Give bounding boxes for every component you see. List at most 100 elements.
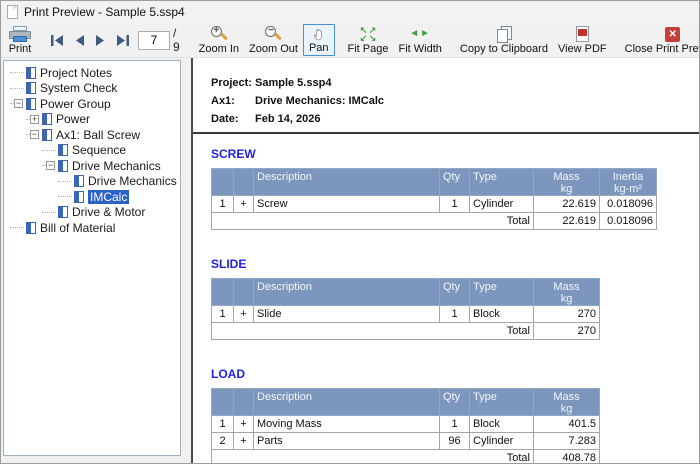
last-page-button[interactable] (111, 24, 135, 56)
tree-item-drive-motor[interactable]: Drive & Motor (4, 205, 180, 221)
document-icon (42, 113, 52, 125)
title-bar: Print Preview - Sample 5.ssp4 (1, 1, 699, 23)
first-page-button[interactable] (45, 24, 69, 56)
report-table-load: DescriptionQtyTypeMasskg1+Moving Mass1Bl… (211, 388, 600, 463)
fit-width-icon: ◄► (409, 26, 431, 42)
minus-expander-icon[interactable]: − (30, 130, 39, 139)
section-title: SLIDE (211, 257, 699, 271)
table-cell: + (234, 196, 254, 213)
tree-item-label: System Check (40, 81, 117, 95)
column-header (234, 169, 254, 196)
fit-page-label: Fit Page (348, 43, 389, 55)
document-icon (58, 160, 68, 172)
close-print-preview-button[interactable]: ✕ Close Print Preview (620, 24, 700, 56)
view-pdf-button[interactable]: View PDF (553, 24, 612, 56)
close-icon: ✕ (665, 27, 680, 42)
tree-item-label: Ax1: Ball Screw (56, 128, 140, 142)
tree-connector (58, 181, 72, 182)
plus-expander-icon[interactable]: + (30, 115, 39, 124)
table-cell: 1 (440, 196, 470, 213)
column-header: Description (254, 279, 440, 306)
column-header: Masskg (534, 389, 600, 416)
table-row: 1+Screw1Cylinder22.6190.018096 (212, 196, 657, 213)
report-table-slide: DescriptionQtyTypeMasskg1+Slide1Block270… (211, 278, 600, 340)
table-cell: Cylinder (470, 196, 534, 213)
pan-button[interactable]: Pan (303, 24, 335, 56)
tree-item-system-check[interactable]: System Check (4, 81, 180, 97)
tree-connector (10, 72, 24, 73)
fit-page-button[interactable]: ↖↗ ↙↘ Fit Page (343, 24, 394, 56)
tree-item-label: Power Group (40, 97, 111, 111)
copy-label: Copy to Clipboard (460, 43, 548, 55)
window-title: Print Preview - Sample 5.ssp4 (24, 5, 185, 19)
printer-icon (8, 26, 32, 42)
print-button-label: Print (9, 43, 32, 55)
page-number-input[interactable] (138, 31, 170, 50)
tree-item-power[interactable]: + Power (4, 112, 180, 128)
total-mass-cell: 408.78 (534, 450, 600, 464)
copy-to-clipboard-button[interactable]: Copy to Clipboard (455, 24, 553, 56)
total-row: Total270 (212, 323, 600, 340)
document-icon (26, 222, 36, 234)
date-label: Date: (211, 110, 255, 128)
tree-item-bill-of-material[interactable]: Bill of Material (4, 220, 180, 236)
zoom-out-icon: − (264, 26, 282, 42)
total-row: Total408.78 (212, 450, 600, 464)
next-page-icon (94, 34, 107, 47)
column-header (212, 279, 234, 306)
table-cell: 2 (212, 433, 234, 450)
zoom-in-button[interactable]: + Zoom In (194, 24, 244, 56)
total-inertia-cell: 0.018096 (600, 213, 657, 230)
column-header (212, 169, 234, 196)
page-total-label: / 9 (173, 26, 180, 54)
column-header: Description (254, 169, 440, 196)
tree-item-power-group[interactable]: − Power Group (4, 96, 180, 112)
tree-item-sequence[interactable]: Sequence (4, 143, 180, 159)
print-button[interactable]: Print (3, 24, 37, 56)
document-icon (26, 67, 36, 79)
zoom-out-button[interactable]: − Zoom Out (244, 24, 303, 56)
tree-item-label: IMCalc (88, 190, 129, 204)
tree-item-imcalc[interactable]: IMCalc (4, 189, 180, 205)
project-value: Sample 5.ssp4 (255, 77, 331, 89)
report-sections: SCREWDescriptionQtyTypeMasskgInertiakg-m… (211, 147, 699, 463)
axis-meta-row: Ax1:Drive Mechanics: IMCalc (211, 92, 699, 110)
tree-item-drive-mechanics[interactable]: −Drive Mechanics (4, 158, 180, 174)
axis-label: Ax1: (211, 92, 255, 110)
table-cell: Screw (254, 196, 440, 213)
table-cell: 1 (440, 416, 470, 433)
project-label: Project: (211, 74, 255, 92)
zoom-in-label: Zoom In (199, 43, 239, 55)
next-page-button[interactable] (90, 24, 111, 56)
tree-item-drive-mechanics[interactable]: Drive Mechanics (4, 174, 180, 190)
tree-item-label: Power (56, 112, 90, 126)
table-cell: + (234, 306, 254, 323)
table-cell: Parts (254, 433, 440, 450)
document-icon (58, 206, 68, 218)
document-icon (58, 144, 68, 156)
total-label-cell: Total (212, 323, 534, 340)
copy-icon (496, 26, 512, 42)
document-icon (74, 191, 84, 203)
table-cell: + (234, 433, 254, 450)
table-cell: 7.283 (534, 433, 600, 450)
minus-expander-icon[interactable]: − (14, 99, 23, 108)
minus-expander-icon[interactable]: − (46, 161, 55, 170)
table-cell: 401.5 (534, 416, 600, 433)
table-cell: Moving Mass (254, 416, 440, 433)
column-header: Qty (440, 279, 470, 306)
window-body: Project NotesSystem Check−Power Group+Po… (1, 58, 699, 463)
table-cell: Block (470, 416, 534, 433)
table-row: 1+Slide1Block270 (212, 306, 600, 323)
date-meta-row: Date:Feb 14, 2026 (211, 110, 699, 128)
first-page-icon (49, 34, 65, 47)
column-header (212, 389, 234, 416)
previous-page-button[interactable] (69, 24, 90, 56)
tree-item-ax1-ball-screw[interactable]: − Ax1: Ball Screw (4, 127, 180, 143)
preview-page[interactable]: Project:Sample 5.ssp4 Ax1:Drive Mechanic… (191, 58, 699, 463)
fit-width-button[interactable]: ◄► Fit Width (393, 24, 446, 56)
fit-page-icon: ↖↗ ↙↘ (359, 26, 377, 42)
table-cell: Block (470, 306, 534, 323)
tree-item-project-notes[interactable]: Project Notes (4, 65, 180, 81)
pan-label: Pan (309, 42, 329, 54)
